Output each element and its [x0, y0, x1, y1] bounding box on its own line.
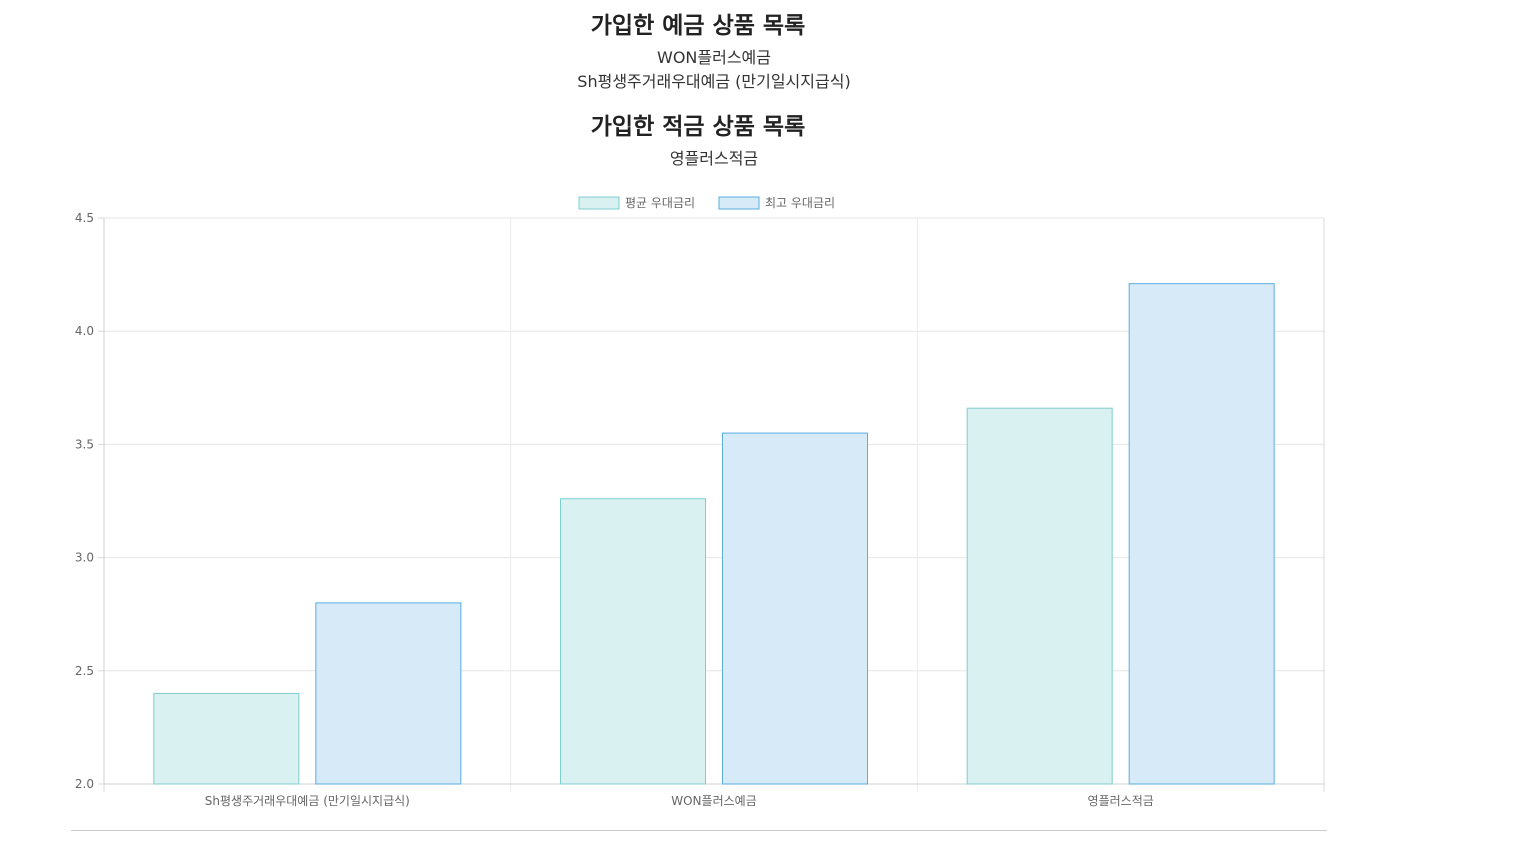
legend-swatch [718, 196, 760, 210]
y-tick-label: 2.0 [75, 777, 94, 791]
rate-bar-chart: 2.0 2.5 3.0 3.5 4.0 4.5 Sh평생주거래우대예금 (만기일시지급식) W… [75, 196, 1325, 808]
x-tick-label: Sh평생주거래우대예금 (만기일시지급식) [205, 794, 410, 808]
y-tick-label: 4.0 [75, 324, 94, 338]
bar [560, 498, 706, 785]
y-tick-label: 4.5 [75, 211, 94, 225]
page: 가입한 예금 상품 목록 WON플러스예금 Sh평생주거래우대예금 (만기일시지… [0, 0, 1526, 846]
x-tick-label: 영플러스적금 [1088, 794, 1154, 808]
bar [966, 407, 1113, 785]
x-tick-label: WON플러스예금 [671, 794, 757, 808]
legend-swatch [578, 196, 620, 210]
y-tick-label: 2.5 [75, 664, 94, 678]
bar [153, 692, 300, 785]
bar [315, 602, 462, 785]
bar [722, 432, 868, 785]
bar [1128, 283, 1275, 785]
legend-label: 평균 우대금리 [625, 196, 695, 210]
y-tick-label: 3.5 [75, 437, 94, 451]
legend-label: 최고 우대금리 [765, 196, 835, 210]
divider [71, 830, 1327, 831]
y-tick-label: 3.0 [75, 551, 94, 565]
